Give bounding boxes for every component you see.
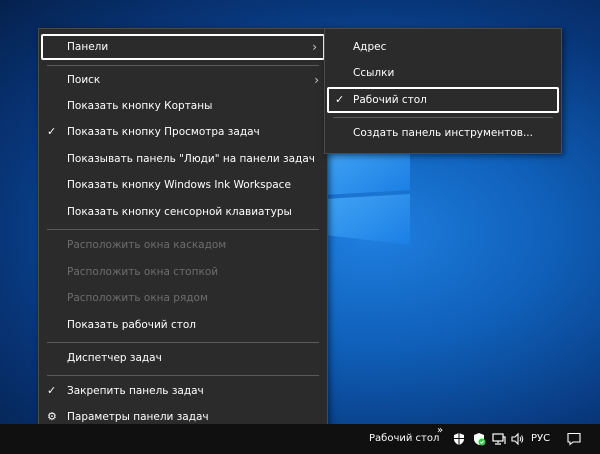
menu-item-task-manager[interactable]: Диспетчер задач bbox=[39, 345, 327, 371]
submenu-item-label: Ссылки bbox=[353, 67, 395, 79]
menu-item-show-task-view[interactable]: ✓ Показать кнопку Просмотра задач bbox=[39, 119, 327, 145]
language-indicator[interactable]: РУС bbox=[531, 424, 550, 454]
checkmark-icon: ✓ bbox=[47, 125, 57, 138]
volume-icon[interactable] bbox=[511, 432, 525, 446]
menu-item-label: Панели bbox=[67, 41, 109, 53]
menu-item-show-touch-keyboard[interactable]: Показать кнопку сенсорной клавиатуры bbox=[39, 199, 327, 225]
menu-item-toolbars[interactable]: Панели › bbox=[41, 34, 325, 60]
menu-separator bbox=[47, 229, 319, 230]
menu-item-label: Диспетчер задач bbox=[67, 352, 162, 364]
menu-item-label: Показать кнопку сенсорной клавиатуры bbox=[67, 206, 292, 218]
menu-item-label: Показать кнопку Windows Ink Workspace bbox=[67, 179, 291, 191]
menu-item-label: Показывать панель "Люди" на панели задач bbox=[67, 153, 315, 165]
menu-separator bbox=[47, 375, 319, 376]
submenu-separator bbox=[333, 117, 553, 118]
chevron-right-icon: › bbox=[314, 73, 319, 87]
toolbars-submenu: Адрес Ссылки ✓ Рабочий стол Создать пане… bbox=[324, 28, 562, 154]
submenu-item-links[interactable]: Ссылки bbox=[325, 60, 561, 86]
submenu-item-address[interactable]: Адрес bbox=[325, 34, 561, 60]
action-center-icon[interactable] bbox=[567, 432, 581, 446]
menu-item-search[interactable]: Поиск › bbox=[39, 67, 327, 93]
menu-item-label: Показать кнопку Просмотра задач bbox=[67, 126, 260, 138]
menu-item-lock-taskbar[interactable]: ✓ Закрепить панель задач bbox=[39, 378, 327, 404]
toolbar-overflow-chevron-icon[interactable]: » bbox=[437, 426, 443, 436]
menu-item-stack-windows: Расположить окна стопкой bbox=[39, 259, 327, 285]
menu-separator bbox=[47, 65, 319, 66]
taskbar[interactable]: Рабочий стол » РУС bbox=[0, 424, 600, 454]
menu-item-show-ink-workspace[interactable]: Показать кнопку Windows Ink Workspace bbox=[39, 172, 327, 198]
chevron-right-icon: › bbox=[312, 40, 317, 54]
submenu-item-new-toolbar[interactable]: Создать панель инструментов... bbox=[325, 120, 561, 146]
checkmark-icon: ✓ bbox=[47, 384, 57, 397]
menu-item-label: Поиск bbox=[67, 74, 101, 86]
menu-item-label: Показать рабочий стол bbox=[67, 319, 196, 331]
defender-icon[interactable] bbox=[472, 432, 486, 446]
menu-item-show-cortana[interactable]: Показать кнопку Кортаны bbox=[39, 93, 327, 119]
menu-item-label: Расположить окна стопкой bbox=[67, 266, 219, 278]
menu-item-label: Параметры панели задач bbox=[67, 411, 209, 423]
menu-item-label: Закрепить панель задач bbox=[67, 385, 204, 397]
checkmark-icon: ✓ bbox=[335, 93, 345, 106]
desktop-toolbar-label[interactable]: Рабочий стол bbox=[369, 424, 439, 454]
menu-item-show-desktop[interactable]: Показать рабочий стол bbox=[39, 312, 327, 338]
menu-item-cascade-windows: Расположить окна каскадом bbox=[39, 232, 327, 258]
menu-separator bbox=[47, 342, 319, 343]
menu-item-label: Показать кнопку Кортаны bbox=[67, 100, 213, 112]
submenu-item-label: Создать панель инструментов... bbox=[353, 127, 533, 139]
menu-item-show-people[interactable]: Показывать панель "Люди" на панели задач bbox=[39, 146, 327, 172]
menu-item-side-by-side-windows: Расположить окна рядом bbox=[39, 285, 327, 311]
menu-item-label: Расположить окна рядом bbox=[67, 292, 208, 304]
submenu-item-desktop[interactable]: ✓ Рабочий стол bbox=[327, 87, 559, 113]
shield-icon[interactable] bbox=[452, 432, 466, 446]
menu-item-label: Расположить окна каскадом bbox=[67, 239, 227, 251]
network-icon[interactable] bbox=[492, 432, 506, 446]
submenu-item-label: Рабочий стол bbox=[353, 94, 427, 106]
taskbar-context-menu: Панели › Поиск › Показать кнопку Кортаны… bbox=[38, 28, 328, 436]
submenu-item-label: Адрес bbox=[353, 41, 387, 53]
